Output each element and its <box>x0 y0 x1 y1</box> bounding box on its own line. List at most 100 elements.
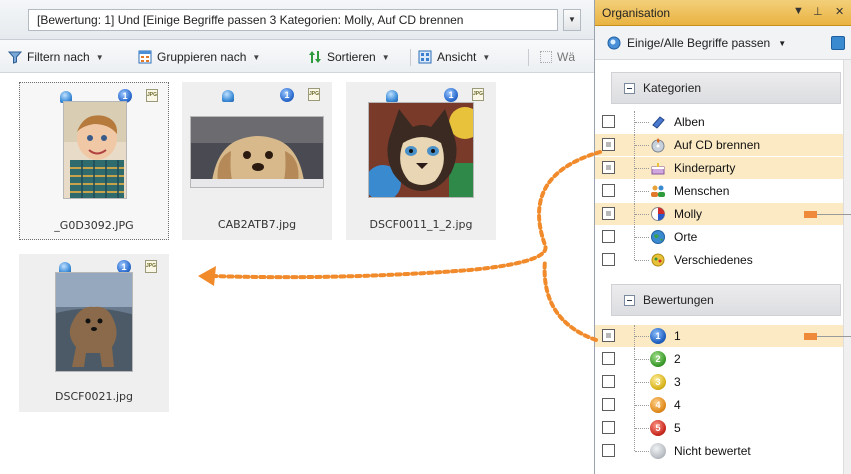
categories-header-label: Kategorien <box>643 81 702 95</box>
filter-mode-dropdown[interactable]: Einige/Alle Begriffe passen ▼ <box>607 36 786 50</box>
burn-cd-icon <box>651 138 665 153</box>
query-field[interactable]: [Bewertung: 1] Und [Einige Begriffe pass… <box>28 9 558 31</box>
tree-line <box>635 382 649 383</box>
tree-line <box>635 122 649 123</box>
checkbox[interactable] <box>602 207 615 220</box>
molly-icon <box>651 207 665 221</box>
rating-badge: 1 <box>280 88 294 102</box>
rating-label: 2 <box>674 352 681 366</box>
callout-line <box>817 214 851 215</box>
toolbar-divider <box>410 49 411 66</box>
photo-thumbnail[interactable]: 1 JPG DSCF0021.jpg <box>19 254 169 412</box>
dog-photo <box>191 117 323 187</box>
jpg-format-icon: JPG <box>308 88 320 101</box>
thumbnail-caption: DSCF0021.jpg <box>55 390 133 403</box>
scrollbar[interactable] <box>843 60 851 474</box>
collapse-icon[interactable] <box>624 82 635 94</box>
select-button[interactable]: Wä <box>540 48 575 66</box>
category-row[interactable]: Alben <box>595 111 843 133</box>
child-photo <box>64 102 126 198</box>
category-row[interactable]: Menschen <box>595 180 843 202</box>
jpg-format-icon: JPG <box>146 89 158 102</box>
checkbox[interactable] <box>602 375 615 388</box>
misc-icon <box>651 253 665 267</box>
category-label: Menschen <box>674 184 730 198</box>
sort-button[interactable]: Sortieren ▼ <box>308 48 390 66</box>
rating-4-icon: 4 <box>650 397 666 413</box>
category-row[interactable]: Auf CD brennen <box>595 134 843 156</box>
panel-title: Organisation <box>602 6 671 20</box>
rating-row[interactable]: 5 5 <box>595 417 843 439</box>
panel-menu-icon[interactable]: ▼ <box>793 5 804 17</box>
ratings-header-label: Bewertungen <box>643 293 714 307</box>
query-bar: [Bewertung: 1] Und [Einige Begriffe pass… <box>0 0 594 40</box>
category-label: Verschiedenes <box>674 253 753 267</box>
photo-image <box>190 116 324 188</box>
photo-image <box>55 272 133 372</box>
ratings-group-header[interactable]: Bewertungen <box>611 284 841 316</box>
rating-badge: 1 <box>444 88 458 102</box>
toolbar: Filtern nach ▼ Gruppieren nach ▼ Sortier… <box>0 40 594 73</box>
filter-button[interactable]: Filtern nach ▼ <box>8 48 104 66</box>
photo-thumbnail[interactable]: 1 JPG CAB2ATB7.jpg <box>182 82 332 240</box>
checkbox[interactable] <box>602 421 615 434</box>
checkbox[interactable] <box>602 230 615 243</box>
rating-row[interactable]: 3 3 <box>595 371 843 393</box>
chevron-down-icon: ▼ <box>252 52 261 62</box>
category-row[interactable]: Kinderparty <box>595 157 843 179</box>
cake-icon <box>651 163 665 175</box>
toolbar-divider <box>528 49 529 66</box>
categories-group-header[interactable]: Kategorien <box>611 72 841 104</box>
checkbox[interactable] <box>602 161 615 174</box>
checkbox[interactable] <box>602 398 615 411</box>
group-button[interactable]: Gruppieren nach ▼ <box>138 48 260 66</box>
close-icon[interactable]: ✕ <box>835 5 844 18</box>
rating-row[interactable]: Nicht bewertet <box>595 440 843 462</box>
tag-icon <box>386 90 398 102</box>
chevron-down-icon: ▼ <box>778 38 787 48</box>
rating-row[interactable]: 4 4 <box>595 394 843 416</box>
tree-line <box>635 451 649 452</box>
filter-mode-label: Einige/Alle Begriffe passen <box>627 36 771 50</box>
checkbox[interactable] <box>602 184 615 197</box>
view-grid-icon <box>418 50 432 64</box>
chevron-down-icon: ▼ <box>95 52 104 62</box>
checkbox[interactable] <box>602 253 615 266</box>
tree-line <box>635 145 649 146</box>
category-row[interactable]: Orte <box>595 226 843 248</box>
tree-line <box>635 428 649 429</box>
pin-icon[interactable]: ⊥ <box>813 5 823 18</box>
tree-line <box>635 168 649 169</box>
sort-arrows-icon <box>309 51 321 63</box>
browser-pane: [Bewertung: 1] Und [Einige Begriffe pass… <box>0 0 594 474</box>
photo-thumbnail[interactable]: 1 JPG DSCF0011_1_2.jpg <box>346 82 496 240</box>
checkbox[interactable] <box>602 115 615 128</box>
checkbox[interactable] <box>602 444 615 457</box>
organizer-panel: Organisation ▼ ⊥ ✕ Einige/Alle Begriffe … <box>594 0 851 474</box>
query-dropdown-button[interactable]: ▼ <box>563 9 581 31</box>
checkbox[interactable] <box>602 352 615 365</box>
rating-row[interactable]: 2 2 <box>595 348 843 370</box>
rating-2-icon: 2 <box>650 351 666 367</box>
select-icon <box>540 51 552 63</box>
tree-line <box>634 249 635 260</box>
photo-thumbnail[interactable]: 1 JPG _G0D3092.JPG <box>19 82 169 240</box>
category-label: Molly <box>674 207 703 221</box>
funnel-icon <box>8 51 22 64</box>
view-button[interactable]: Ansicht ▼ <box>418 48 490 66</box>
callout-marker <box>804 211 817 218</box>
checkbox[interactable] <box>602 138 615 151</box>
category-row[interactable]: Verschiedenes <box>595 249 843 271</box>
rating-label: Nicht bewertet <box>674 444 751 458</box>
collapse-icon[interactable] <box>624 294 635 306</box>
new-tag-icon[interactable] <box>831 36 845 50</box>
category-label: Kinderparty <box>674 161 736 175</box>
dog-photo <box>56 273 132 371</box>
callout-marker <box>804 333 817 340</box>
callout-line <box>817 336 851 337</box>
thumbnail-caption: CAB2ATB7.jpg <box>217 218 297 231</box>
thumbnail-caption: _G0D3092.JPG <box>54 219 134 232</box>
rating-label: 3 <box>674 375 681 389</box>
photo-image <box>63 101 127 199</box>
checkbox[interactable] <box>602 329 615 342</box>
